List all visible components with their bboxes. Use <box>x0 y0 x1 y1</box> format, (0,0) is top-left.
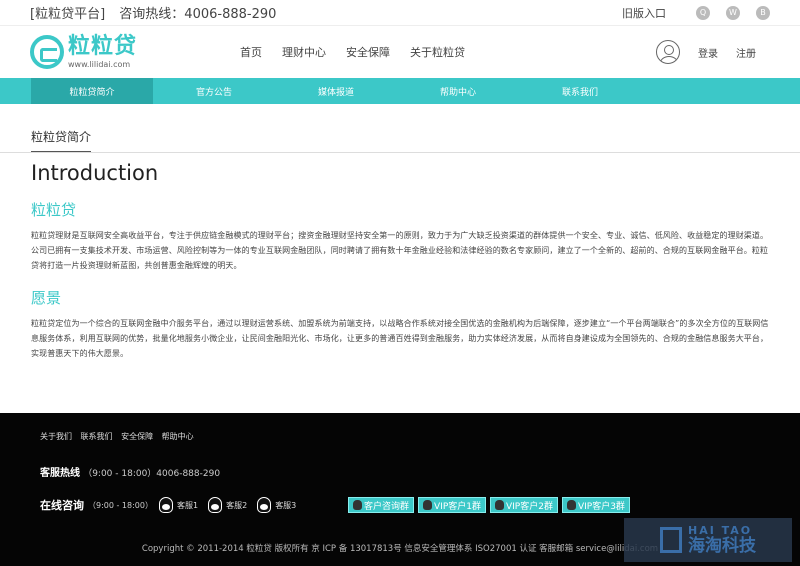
footer-link-security[interactable]: 安全保障 <box>121 432 153 441</box>
sub-nav: 粒粒贷简介 官方公告 媒体报道 帮助中心 联系我们 <box>0 78 800 104</box>
group-vip-1[interactable]: VIP客户1群 <box>418 497 486 513</box>
footer-link-help[interactable]: 帮助中心 <box>162 432 194 441</box>
register-link[interactable]: 注册 <box>736 45 756 60</box>
qq-icon[interactable]: Q <box>696 5 710 20</box>
nav-about[interactable]: 关于粒粒贷 <box>410 44 465 60</box>
qq-penguin-icon <box>159 497 173 513</box>
user-icon[interactable] <box>656 40 680 64</box>
nav-home[interactable]: 首页 <box>240 44 262 60</box>
subnav-item-announcements[interactable]: 官方公告 <box>153 78 275 104</box>
logo-url: www.lilidai.com <box>68 59 131 69</box>
qq-mini-icon <box>423 500 433 510</box>
platform-label: [粒粒贷平台] <box>30 7 106 22</box>
watermark-cn: 海淘科技 <box>688 536 756 556</box>
qq-mini-icon <box>566 500 576 510</box>
section-body-vision: 粒粒贷定位为一个综合的互联网金融中介服务平台，通过以理财运营系统、加盟系统为前端… <box>31 319 769 358</box>
subnav-item-contact[interactable]: 联系我们 <box>519 78 641 104</box>
divider <box>0 152 800 153</box>
topbar-right: 旧版入口 Q W B <box>622 5 770 21</box>
qq-mini-icon <box>353 500 362 510</box>
hotline-hours: （9:00 - 18:00）4006-888-290 <box>83 469 221 479</box>
agent-1[interactable]: 客服1 <box>159 497 198 513</box>
watermark-mark-icon <box>660 527 682 553</box>
agent-3[interactable]: 客服3 <box>257 497 296 513</box>
footer: 关于我们 联系我们 安全保障 帮助中心 客服热线 （9:00 - 18:00）4… <box>0 413 800 566</box>
qq-penguin-icon <box>208 497 223 513</box>
page-title: Introduction <box>31 161 159 185</box>
breadcrumb: 粒粒贷简介 <box>31 128 92 152</box>
nav-security[interactable]: 安全保障 <box>346 44 390 60</box>
group-vip-3[interactable]: VIP客户3群 <box>561 497 630 513</box>
group-label: 客户咨询群 <box>364 501 410 512</box>
section-body-company: 粒粒贷理财是互联网安全高收益平台，专注于供应链金融模式的理财平台；搜资金融理财坚… <box>31 231 769 270</box>
subnav-item-media[interactable]: 媒体报道 <box>275 78 397 104</box>
watermark-logo: HAI TAO 海淘科技 <box>624 518 792 562</box>
group-consult[interactable]: 客户咨询群 <box>348 497 415 513</box>
agent-label: 客服2 <box>226 500 248 510</box>
agent-2[interactable]: 客服2 <box>208 497 247 513</box>
top-bar: [粒粒贷平台] 咨询热线：4006-888-290 旧版入口 Q W B <box>0 0 800 26</box>
footer-link-contact[interactable]: 联系我们 <box>81 432 113 441</box>
subnav-item-intro[interactable]: 粒粒贷简介 <box>31 78 153 104</box>
agent-label: 客服3 <box>275 500 297 510</box>
section-heading-vision: 愿景 <box>31 289 62 307</box>
logo-mark-icon <box>30 35 64 69</box>
group-label: VIP客户1群 <box>434 501 481 512</box>
group-label: VIP客户2群 <box>505 501 553 512</box>
qq-groups: 客户咨询群 VIP客户1群 VIP客户2群 VIP客户3群 <box>348 497 630 513</box>
footer-links: 关于我们 联系我们 安全保障 帮助中心 <box>40 431 200 442</box>
qq-mini-icon <box>494 500 504 510</box>
login-link[interactable]: 登录 <box>698 45 718 60</box>
subnav-item-help[interactable]: 帮助中心 <box>397 78 519 104</box>
watermark-en: HAI TAO <box>688 524 753 537</box>
weibo-icon[interactable]: B <box>756 5 770 20</box>
consult-hours: （9:00 - 18:00） <box>88 500 153 510</box>
group-label: VIP客户3群 <box>577 501 625 512</box>
hotline-text: 咨询热线：4006-888-290 <box>119 7 277 22</box>
footer-consult: 在线咨询 （9:00 - 18:00） 客服1 客服2 客服3 <box>40 497 306 513</box>
logo-text: 粒粒贷 <box>68 33 138 59</box>
topbar-left: [粒粒贷平台] 咨询热线：4006-888-290 <box>30 3 276 22</box>
header: 粒粒贷 www.lilidai.com 首页 理财中心 安全保障 关于粒粒贷 登… <box>0 26 800 78</box>
footer-hotline: 客服热线 （9:00 - 18:00）4006-888-290 <box>40 464 220 479</box>
wechat-icon[interactable]: W <box>726 5 740 20</box>
agent-label: 客服1 <box>177 500 199 510</box>
user-area: 登录 注册 <box>656 26 756 78</box>
group-vip-2[interactable]: VIP客户2群 <box>489 497 558 513</box>
hotline-label: 客服热线 <box>40 468 80 479</box>
nav-finance-center[interactable]: 理财中心 <box>282 44 326 60</box>
logo[interactable]: 粒粒贷 www.lilidai.com <box>30 35 137 69</box>
footer-link-about[interactable]: 关于我们 <box>40 432 72 441</box>
consult-label: 在线咨询 <box>40 499 84 512</box>
main-content: 粒粒贷简介 Introduction 粒粒贷 粒粒贷理财是互联网安全高收益平台，… <box>0 104 800 361</box>
main-nav: 首页 理财中心 安全保障 关于粒粒贷 <box>240 26 465 78</box>
qq-penguin-icon <box>257 497 272 513</box>
old-version-link[interactable]: 旧版入口 <box>622 5 666 21</box>
section-heading-company: 粒粒贷 <box>31 201 77 219</box>
